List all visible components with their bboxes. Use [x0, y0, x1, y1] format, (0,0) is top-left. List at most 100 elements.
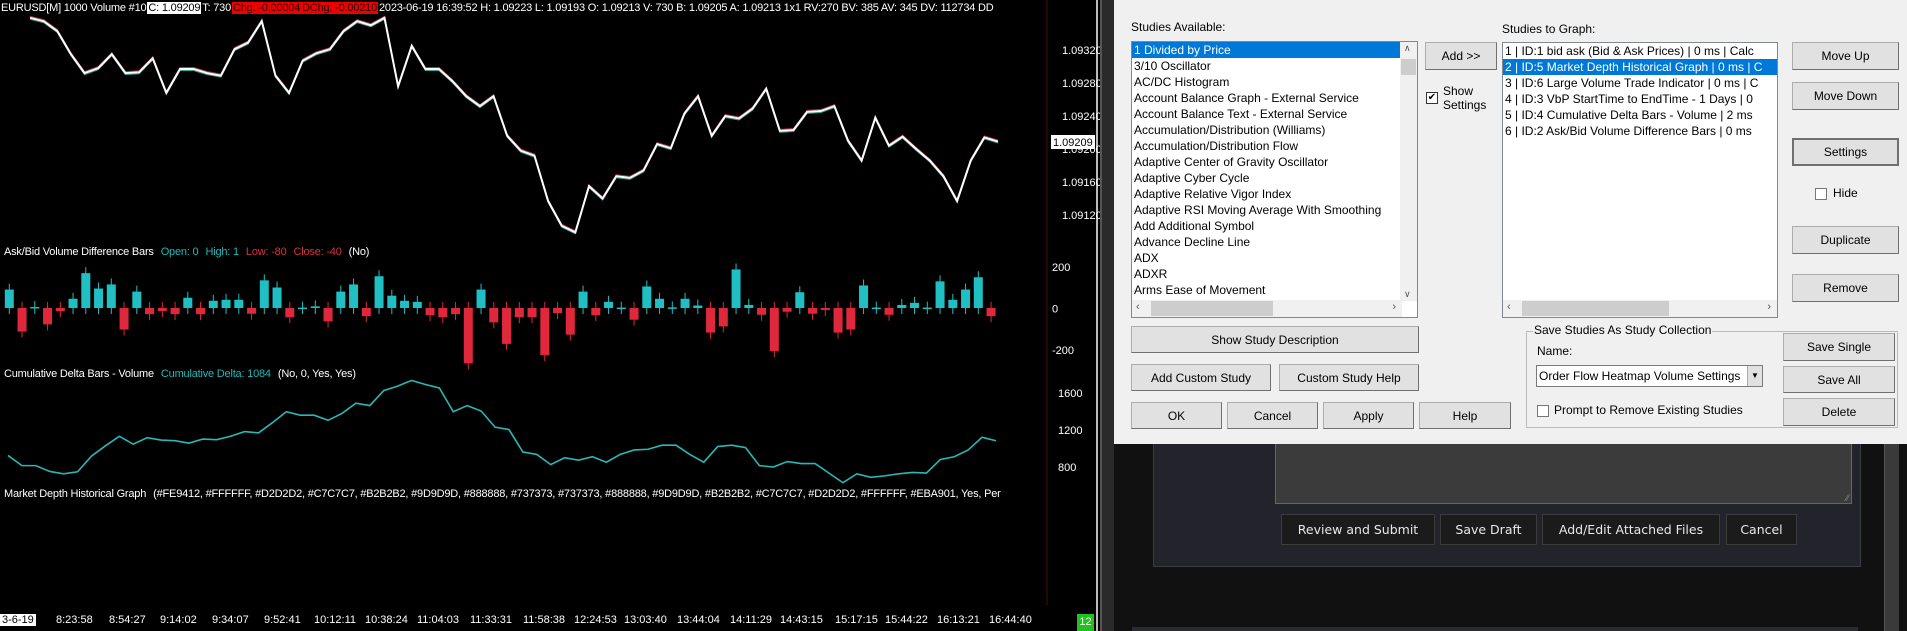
close-value: C: 1.09209 [147, 2, 202, 14]
prompt-remove-checkbox[interactable] [1537, 405, 1549, 417]
chevron-down-icon[interactable]: ▼ [1747, 366, 1762, 386]
graph-study-item[interactable]: 4 | ID:3 VbP StartTime to EndTime - 1 Da… [1503, 91, 1777, 107]
save-all-button[interactable]: Save All [1783, 366, 1895, 393]
scroll-left-icon[interactable]: ‹ [1507, 301, 1511, 313]
delta-bar [412, 301, 422, 308]
forum-cancel-button[interactable]: Cancel [1726, 514, 1797, 545]
available-study-item[interactable]: Advance Decline Line [1132, 234, 1400, 250]
vertical-scrollbar[interactable]: ∧ ∨ [1400, 42, 1417, 301]
delta-bar [616, 307, 626, 310]
resize-handle-icon[interactable]: ⁄⁄ [1846, 493, 1849, 503]
settings-button[interactable]: Settings [1792, 138, 1899, 166]
available-study-item[interactable]: 3/10 Oscillator [1132, 58, 1400, 74]
available-study-item[interactable]: AC/DC Histogram [1132, 74, 1400, 90]
symbol-info: EURUSD[M] 1000 Volume #10 [1, 2, 147, 14]
mdhg-study-label: Market Depth Historical Graph (#FE9412, #… [4, 488, 1047, 500]
ok-button[interactable]: OK [1131, 402, 1222, 429]
available-study-item[interactable]: Adaptive RSI Moving Average With Smoothi… [1132, 202, 1400, 218]
horizontal-scrollbar[interactable]: ‹ › [1132, 300, 1402, 317]
cumdelta-study-label: Cumulative Delta Bars - Volume Cumulative… [4, 368, 363, 380]
time-tick-label: 11:04:03 [417, 614, 460, 626]
remove-button[interactable]: Remove [1792, 274, 1899, 302]
delta-bar [604, 301, 614, 308]
available-study-item[interactable]: Accumulation/Distribution (Williams) [1132, 122, 1400, 138]
studies-to-graph-list[interactable]: 1 | ID:1 bid ask (Bid & Ask Prices) | 0 … [1502, 42, 1778, 318]
chart-window[interactable]: 1.09320 1.09280 1.09240 1.09200 1.09160 1.091… [0, 0, 1100, 631]
help-button[interactable]: Help [1419, 402, 1511, 429]
scroll-right-icon[interactable]: › [1392, 301, 1396, 313]
scroll-up-icon[interactable]: ∧ [1404, 43, 1411, 54]
available-study-item[interactable]: Account Balance Text - External Service [1132, 106, 1400, 122]
delta-bar [310, 306, 320, 308]
delta-bar [132, 291, 142, 308]
chart-canvas[interactable]: 1.093201.092801.092401.092001.091601.091… [0, 0, 1100, 631]
move-up-button[interactable]: Move Up [1792, 42, 1899, 70]
study-params: (#FE9412, #FFFFFF, #D2D2D2, #C7C7C7, #B2… [153, 488, 1001, 500]
available-study-item[interactable]: Adaptive Relative Vigor Index [1132, 186, 1400, 202]
graph-study-item[interactable]: 2 | ID:5 Market Depth Historical Graph |… [1503, 59, 1777, 75]
time-tick-label: 9:34:07 [212, 614, 249, 626]
available-study-item[interactable]: Accumulation/Distribution Flow [1132, 138, 1400, 154]
delta-bar [361, 308, 371, 317]
custom-study-help-button[interactable]: Custom Study Help [1279, 364, 1419, 391]
delta-bar [323, 308, 333, 322]
available-study-item[interactable]: ADX [1132, 250, 1400, 266]
save-single-button[interactable]: Save Single [1783, 333, 1895, 361]
delta-bar [489, 308, 499, 323]
scroll-thumb[interactable] [1151, 301, 1273, 316]
scroll-left-icon[interactable]: ‹ [1136, 301, 1140, 313]
collection-name-select[interactable]: Order Flow Heatmap Volume Settings ▼ [1536, 365, 1763, 387]
available-study-item[interactable]: Adaptive Cyber Cycle [1132, 170, 1400, 186]
scroll-right-icon[interactable]: › [1767, 301, 1771, 313]
apply-button[interactable]: Apply [1323, 402, 1414, 429]
delta-bar [145, 308, 155, 315]
scroll-thumb[interactable] [1401, 59, 1416, 75]
scroll-down-icon[interactable]: ∨ [1404, 289, 1411, 300]
cancel-button[interactable]: Cancel [1227, 402, 1318, 429]
studies-available-list[interactable]: 1 Divided by Price 3/10 Oscillator AC/DC H… [1131, 41, 1418, 318]
graph-study-item[interactable]: 3 | ID:6 Large Volume Trade Indicator | … [1503, 75, 1777, 91]
delta-bar [30, 306, 40, 309]
reply-textarea[interactable]: ⁄⁄ [1275, 444, 1852, 504]
graph-study-item[interactable]: 1 | ID:1 bid ask (Bid & Ask Prices) | 0 … [1503, 43, 1777, 59]
available-study-item[interactable]: Adaptive Center of Gravity Oscillator [1132, 154, 1400, 170]
graph-study-item[interactable]: 6 | ID:2 Ask/Bid Volume Difference Bars … [1503, 123, 1777, 139]
price-tick-label: 1.09320 [1062, 45, 1100, 57]
time-tick-label: 16:44:40 [989, 614, 1032, 626]
add-custom-study-button[interactable]: Add Custom Study [1131, 364, 1271, 391]
price-tick-label: 1.09120 [1062, 210, 1100, 222]
study-params: (No, 0, Yes, Yes) [277, 368, 356, 380]
price-tick-label: 1.09240 [1062, 111, 1100, 123]
window-splitter[interactable] [1100, 0, 1114, 631]
delta-bar [502, 308, 512, 344]
move-down-button[interactable]: Move Down [1792, 82, 1899, 110]
collection-name-value: Order Flow Heatmap Volume Settings [1539, 369, 1741, 383]
hide-checkbox[interactable] [1815, 188, 1827, 200]
time-tick-label: 9:52:41 [264, 614, 301, 626]
attach-files-button[interactable]: Add/Edit Attached Files [1542, 514, 1720, 545]
delta-bar [4, 289, 14, 308]
scroll-thumb[interactable] [1522, 301, 1669, 316]
show-settings-checkbox[interactable]: ✔ [1426, 92, 1438, 104]
available-study-item[interactable]: ADXR [1132, 266, 1400, 282]
delete-button[interactable]: Delete [1783, 398, 1895, 426]
bar-counter: 12 [1077, 614, 1094, 631]
duplicate-button[interactable]: Duplicate [1792, 226, 1899, 254]
next-panel-edge [1132, 627, 1858, 631]
save-draft-button[interactable]: Save Draft [1440, 514, 1537, 545]
add-study-button[interactable]: Add >> [1425, 42, 1497, 70]
show-study-description-button[interactable]: Show Study Description [1131, 326, 1419, 353]
study-name: Market Depth Historical Graph [4, 488, 147, 500]
time-tick-label: 9:14:02 [160, 614, 197, 626]
review-submit-button[interactable]: Review and Submit [1281, 514, 1435, 545]
graph-study-item[interactable]: 5 | ID:4 Cumulative Delta Bars - Volume … [1503, 107, 1777, 123]
delta-bar [208, 300, 218, 308]
page-scrollbar[interactable] [1884, 444, 1899, 631]
available-study-item[interactable]: Add Additional Symbol [1132, 218, 1400, 234]
delta-bar [680, 298, 690, 308]
available-study-item[interactable]: Account Balance Graph - External Service [1132, 90, 1400, 106]
cumdelta-tick-label: 1600 [1058, 388, 1082, 400]
horizontal-scrollbar[interactable]: ‹ › [1503, 300, 1777, 317]
available-study-item[interactable]: 1 Divided by Price [1132, 42, 1400, 58]
available-study-item[interactable]: Arms Ease of Movement [1132, 282, 1400, 298]
